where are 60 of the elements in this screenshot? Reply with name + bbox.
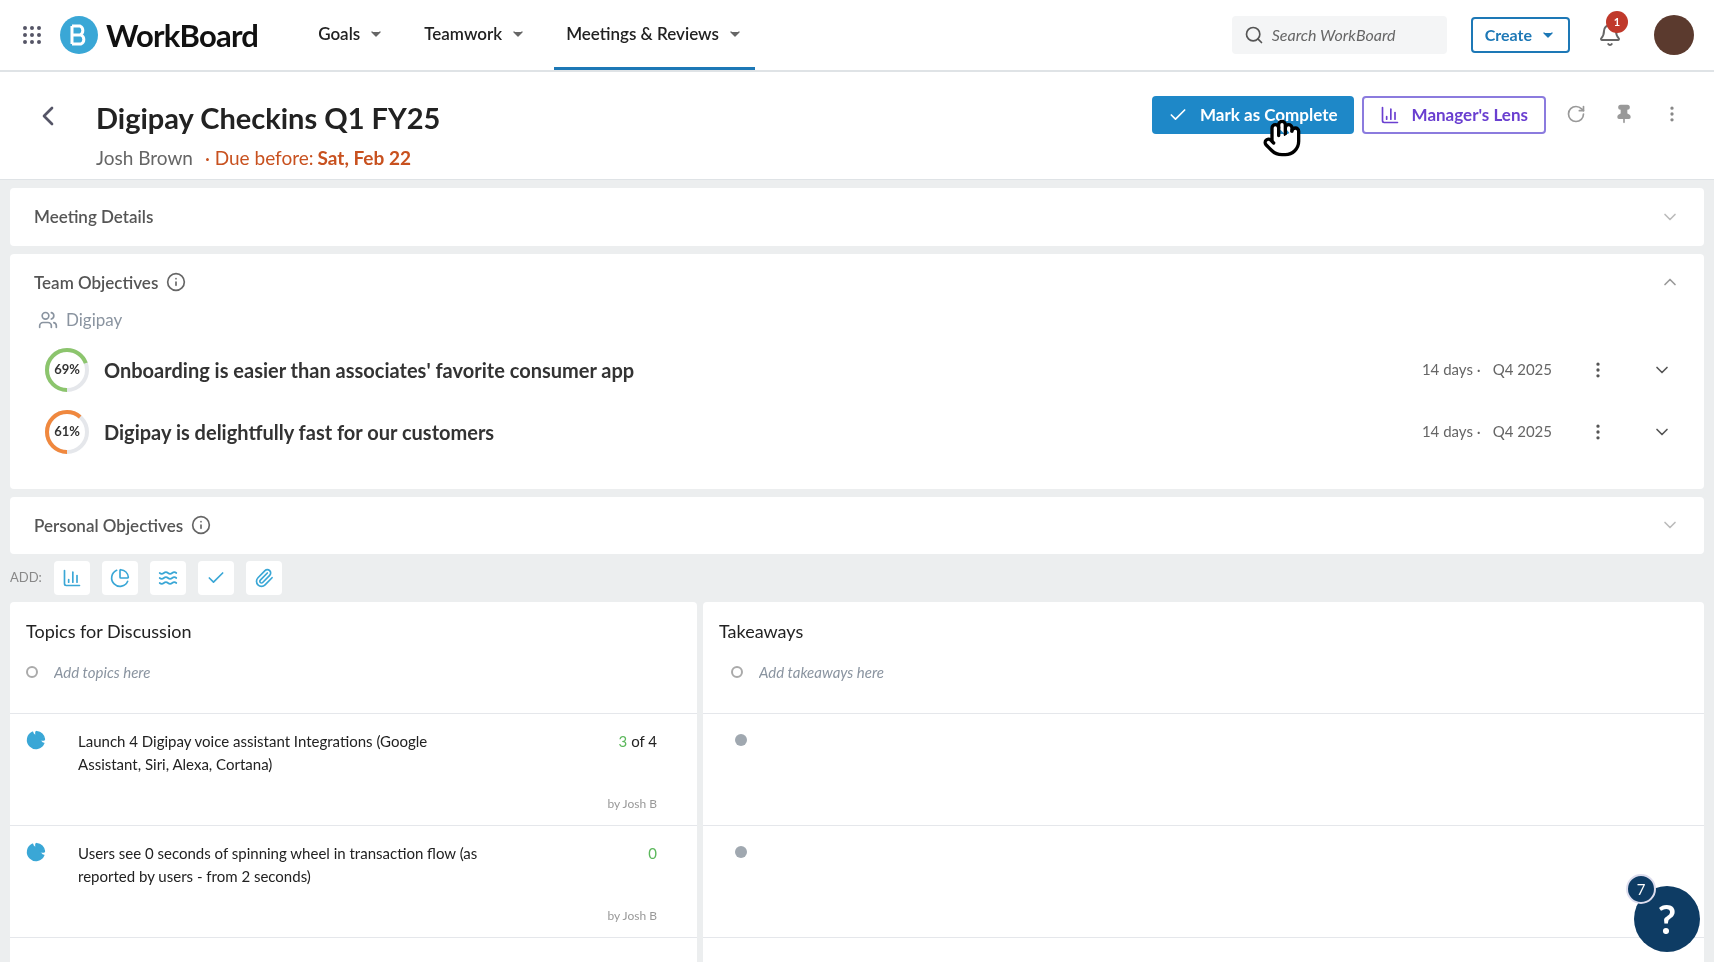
objective-title[interactable]: Digipay is delightfully fast for our customers [104,416,495,447]
progress-percent: 69% [53,359,81,379]
add-tool-button[interactable] [101,561,138,595]
search-field[interactable]: Search WorkBoard [1231,16,1447,54]
bullet-icon [26,666,38,679]
panel-title: Topics for Discussion [26,620,192,642]
notification-badge: 1 [1606,11,1628,33]
topic-text[interactable]: Launch 4 Digipay voice assistant Integrations (Google Assistant, Siri, Alexa, Cortana) [78,730,478,825]
nav-tab[interactable]: Teamwork [412,0,539,70]
progress-percent: 61% [53,421,81,441]
panel-title: Takeaways [719,620,804,642]
avatar[interactable] [1654,15,1694,55]
pie-chart-icon [26,842,46,862]
add-takeaway-field[interactable]: Add takeaways here [759,661,1159,684]
objective-period: Q4 2025 [1492,421,1552,443]
topic-author: by Josh B [607,907,657,925]
waves-icon [157,568,178,588]
search-icon [1243,25,1264,45]
objective-title[interactable]: Onboarding is easier than associates' favorite consumer app [104,354,635,385]
page-title: Digipay Checkins Q1 FY25 [96,99,441,137]
topic-author: by Josh B [607,795,657,813]
add-tool-button[interactable] [53,561,90,595]
due-label: · Due before: [204,144,314,171]
apps-grid-icon[interactable] [20,23,44,47]
brand-name: WorkBoard [106,14,259,56]
owner-name: Josh Brown [96,144,193,171]
progress-count: 3 [618,731,628,752]
add-topic-field[interactable]: Add topics here [54,661,454,684]
bar-chart-icon [61,568,82,588]
paperclip-icon [253,568,274,588]
objective-period: Q4 2025 [1492,359,1552,381]
bullet-icon [731,666,743,679]
managers-lens-button[interactable]: Manager's Lens [1361,96,1546,134]
pie-chart-icon [109,568,130,588]
objective-days: 14 days · [1421,420,1481,443]
progress-count: 0 [648,843,657,864]
logo-icon [60,16,98,54]
add-tool-button[interactable] [245,561,282,595]
add-label: ADD: [10,568,42,588]
due-date: Sat, Feb 22 [317,144,411,171]
mark-complete-button[interactable]: Mark as Complete [1152,96,1354,134]
add-tool-button[interactable] [197,561,234,595]
bars-icon [1379,105,1400,125]
info-icon[interactable] [166,272,187,293]
section-title: Meeting Details [34,205,154,229]
team-name: Digipay [66,308,123,332]
nav-tab[interactable]: Goals [306,0,397,70]
objective-days: 14 days · [1421,358,1481,381]
progress-total: of 4 [631,731,657,752]
topic-text[interactable]: Users see 0 seconds of spinning wheel in transaction flow (as reported by users - from 2 seconds) [78,842,478,937]
section-title: Team Objectives [34,270,159,295]
search-input[interactable]: Search WorkBoard [1271,23,1435,47]
info-icon[interactable] [191,515,212,536]
pie-chart-icon [26,730,46,750]
team-icon [38,309,58,330]
create-button[interactable]: Create [1470,17,1570,53]
refresh-icon[interactable] [1566,104,1586,124]
add-tool-button[interactable] [149,561,186,595]
pin-icon[interactable] [1614,104,1634,124]
section-title: Personal Objectives [34,513,184,538]
